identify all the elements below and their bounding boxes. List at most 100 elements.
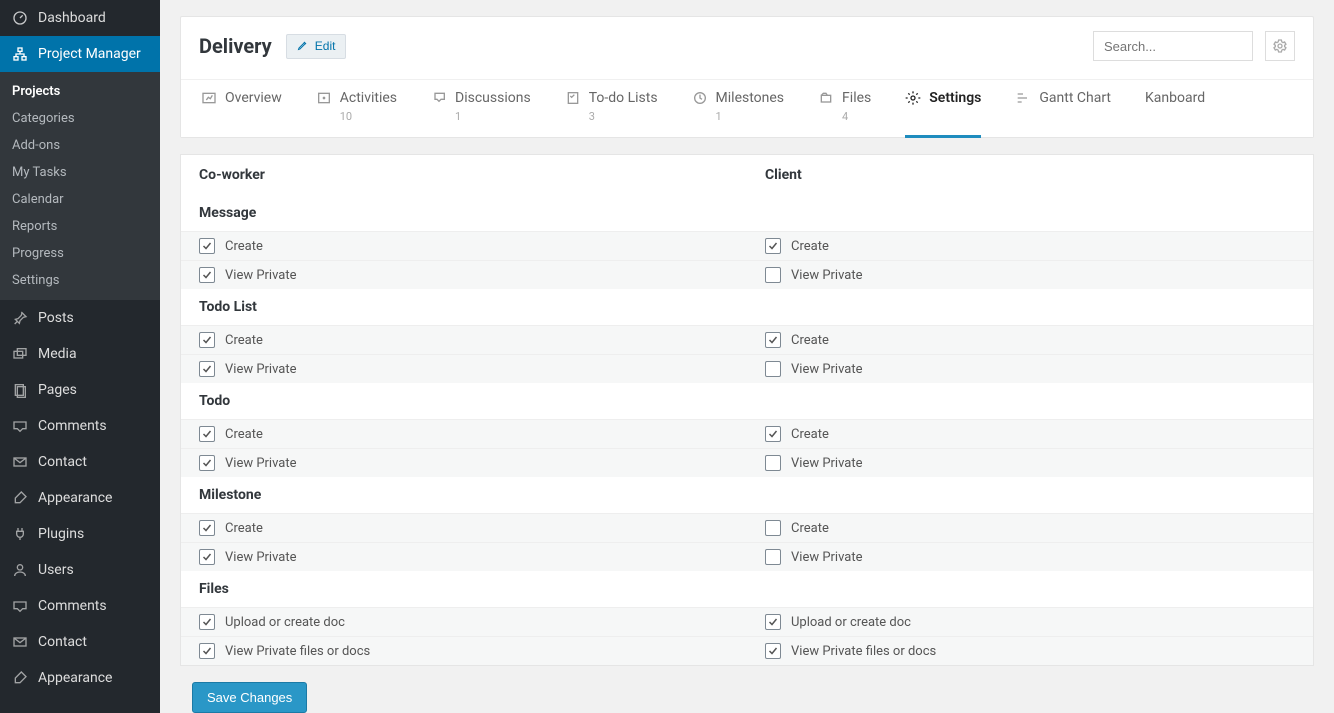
content-area: Delivery Edit OverviewActivities10Discus… (160, 0, 1334, 713)
permission-row: View Private View Private (181, 542, 1313, 571)
tab-files[interactable]: Files 4 (818, 90, 871, 137)
permission-row: View Private View Private (181, 260, 1313, 289)
checkbox-client-upload-or-create-doc[interactable] (765, 614, 781, 630)
pencil-icon (297, 39, 309, 54)
sidebar-subitem-calendar[interactable]: Calendar (0, 186, 160, 213)
checkbox-coworker-view-private[interactable] (199, 361, 215, 377)
permission-label: Create (791, 427, 829, 442)
checkbox-coworker-create[interactable] (199, 332, 215, 348)
tab-count: 4 (842, 110, 848, 123)
sidebar-item-label: Appearance (38, 670, 112, 686)
tab-settings[interactable]: Settings (905, 90, 981, 137)
checkbox-coworker-view-private[interactable] (199, 549, 215, 565)
edit-project-button[interactable]: Edit (286, 34, 347, 59)
checkbox-coworker-view-private[interactable] (199, 267, 215, 283)
tab-discussions[interactable]: Discussions1 (431, 90, 531, 137)
tab-label: Files (842, 90, 871, 106)
save-changes-button[interactable]: Save Changes (192, 682, 307, 713)
permission-label: View Private (791, 550, 863, 565)
tab-label: To-do Lists (589, 90, 658, 106)
tab-gantt chart[interactable]: Gantt Chart (1015, 90, 1111, 137)
sidebar-item-label: Appearance (38, 490, 112, 506)
mail-icon (10, 632, 30, 652)
sidebar-item-media[interactable]: Media (0, 336, 160, 372)
sidebar-subitem-categories[interactable]: Categories (0, 105, 160, 132)
permission-row: Upload or create docUpload or create doc (181, 607, 1313, 636)
tab-label: Activities (340, 90, 397, 106)
checkbox-client-view-private[interactable] (765, 361, 781, 377)
sidebar-item-pages[interactable]: Pages (0, 372, 160, 408)
dashboard-icon (10, 8, 30, 28)
tab-overview[interactable]: Overview (201, 90, 282, 137)
checkbox-coworker-create[interactable] (199, 426, 215, 442)
permission-row: View PrivateView Private (181, 448, 1313, 477)
activities-icon (316, 90, 332, 106)
permission-row: View Private files or docsView Private f… (181, 636, 1313, 665)
sidebar-item-contact[interactable]: Contact (0, 624, 160, 660)
tab-count: 1 (455, 110, 461, 123)
project-settings-button[interactable] (1265, 31, 1295, 61)
checkbox-client-view-private-files-or-docs[interactable] (765, 643, 781, 659)
sidebar-subitem-progress[interactable]: Progress (0, 240, 160, 267)
sidebar-item-plugins[interactable]: Plugins (0, 516, 160, 552)
sidebar-item-comments[interactable]: Comments (0, 408, 160, 444)
sidebar-subitem-settings[interactable]: Settings (0, 267, 160, 294)
checkbox-client-view-private[interactable] (765, 455, 781, 471)
sidebar-subitem-reports[interactable]: Reports (0, 213, 160, 240)
sidebar-item-label: Users (38, 562, 74, 578)
permission-row: CreateCreate (181, 513, 1313, 542)
checkbox-client-create[interactable] (765, 238, 781, 254)
permission-row: View PrivateView Private (181, 354, 1313, 383)
tab-label: Milestones (716, 90, 785, 106)
checkbox-client-create[interactable] (765, 426, 781, 442)
permission-label: Create (791, 333, 829, 348)
checkbox-client-view-private[interactable] (765, 267, 781, 283)
page-icon (10, 380, 30, 400)
project-search-input[interactable] (1093, 31, 1253, 61)
checkbox-coworker-view-private-files-or-docs[interactable] (199, 643, 215, 659)
sidebar-item-project manager[interactable]: Project Manager (0, 36, 160, 72)
sidebar-item-contact[interactable]: Contact (0, 444, 160, 480)
plug-icon (10, 524, 30, 544)
sidebar-item-label: Posts (38, 310, 74, 326)
permission-label: View Private (791, 268, 863, 283)
sidebar-item-dashboard[interactable]: Dashboard (0, 0, 160, 36)
tab-kanboard[interactable]: Kanboard (1145, 90, 1205, 137)
tab-to-do lists[interactable]: To-do Lists 3 (565, 90, 658, 137)
permission-label: Create (225, 427, 263, 442)
tab-activities[interactable]: Activities10 (316, 90, 397, 137)
checkbox-client-view-private[interactable] (765, 549, 781, 565)
checkbox-coworker-create[interactable] (199, 520, 215, 536)
sidebar-subitem-my tasks[interactable]: My Tasks (0, 159, 160, 186)
sidebar-item-posts[interactable]: Posts (0, 300, 160, 336)
milestone-icon (692, 90, 708, 106)
sidebar-subitem-projects[interactable]: Projects (0, 78, 160, 105)
checkbox-coworker-view-private[interactable] (199, 455, 215, 471)
tab-label: Settings (929, 90, 981, 106)
permission-category-title: Todo List (181, 289, 1313, 325)
permission-label: View Private (225, 268, 297, 283)
sidebar-subitem-add-ons[interactable]: Add-ons (0, 132, 160, 159)
tab-label: Kanboard (1145, 90, 1205, 106)
tab-count: 3 (589, 110, 595, 123)
permission-label: Create (225, 333, 263, 348)
sidebar-item-appearance[interactable]: Appearance (0, 480, 160, 516)
checkbox-coworker-upload-or-create-doc[interactable] (199, 614, 215, 630)
checkbox-client-create[interactable] (765, 520, 781, 536)
sidebar-item-comments[interactable]: Comments (0, 588, 160, 624)
sidebar-item-users[interactable]: Users (0, 552, 160, 588)
tab-count: 1 (716, 110, 722, 123)
permission-label: Create (791, 521, 829, 536)
tab-milestones[interactable]: Milestones 1 (692, 90, 785, 137)
comment-icon (10, 416, 30, 436)
permission-label: View Private (225, 550, 297, 565)
column-header-coworker: Co-worker (199, 167, 265, 183)
checkbox-client-create[interactable] (765, 332, 781, 348)
sidebar-item-appearance[interactable]: Appearance (0, 660, 160, 696)
permissions-panel: Co-worker Client MessageCreateCreateView… (180, 154, 1314, 666)
permission-row: CreateCreate (181, 231, 1313, 260)
permission-label: Upload or create doc (225, 615, 345, 630)
checkbox-coworker-create[interactable] (199, 238, 215, 254)
sidebar-item-label: Project Manager (38, 46, 141, 62)
todo-icon (565, 90, 581, 106)
